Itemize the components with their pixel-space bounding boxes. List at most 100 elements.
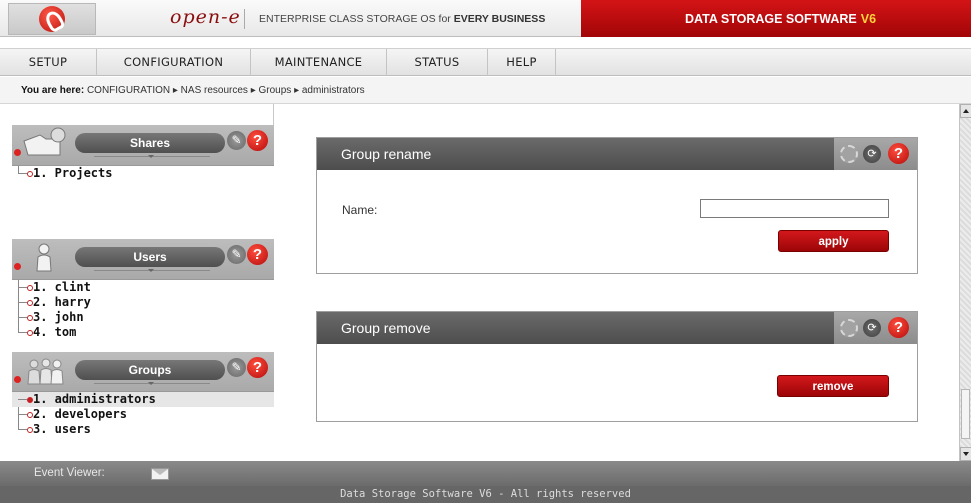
event-viewer-label: Event Viewer:	[34, 467, 105, 479]
group-label: 1. administrators	[33, 392, 156, 406]
chevron-down-icon	[148, 382, 154, 385]
node-icon	[27, 315, 33, 321]
panel-tools: ⟳ ?	[834, 312, 917, 344]
group-name-input[interactable]	[700, 199, 889, 218]
user-item-john[interactable]: 3. john	[12, 310, 274, 325]
group-icon	[27, 358, 64, 385]
group-label: 2. developers	[33, 407, 127, 421]
envelope-icon[interactable]	[151, 468, 169, 480]
product-name: DATA STORAGE SOFTWARE	[685, 11, 857, 26]
user-label: 3. john	[33, 310, 84, 324]
brand-name: open-e	[170, 6, 241, 28]
user-item-clint[interactable]: 1. clint	[12, 280, 274, 295]
group-rename-header: Group rename ⟳ ?	[317, 138, 917, 170]
event-viewer-bar: Event Viewer:	[0, 461, 971, 486]
tree-line	[18, 429, 27, 430]
chevron-down-icon	[148, 155, 154, 158]
group-rename-panel: Group rename ⟳ ? Name: apply	[316, 137, 918, 274]
menu-help[interactable]: HELP	[488, 49, 556, 76]
help-icon[interactable]: ?	[247, 357, 268, 378]
node-icon	[27, 285, 33, 291]
apply-button[interactable]: apply	[778, 230, 889, 252]
panel-tools: ⟳ ?	[834, 138, 917, 170]
group-remove-panel: Group remove ⟳ ? remove	[316, 311, 918, 422]
users-header: Users ✎ ?	[12, 239, 274, 279]
user-item-harry[interactable]: 2. harry	[12, 295, 274, 310]
wrench-icon[interactable]: ✎	[227, 245, 246, 264]
panel-title: Group remove	[341, 320, 431, 336]
menu-configuration[interactable]: CONFIGURATION	[97, 49, 251, 76]
share-item-projects[interactable]: 1. Projects	[12, 166, 274, 181]
refresh-icon[interactable]: ⟳	[863, 319, 881, 337]
sidebar: Shares ✎ ? 1. Projects Users ✎ ? 1. clin…	[12, 104, 274, 461]
user-label: 4. tom	[33, 325, 77, 339]
node-icon	[27, 171, 33, 177]
users-title[interactable]: Users	[75, 247, 225, 267]
product-banner: DATA STORAGE SOFTWARE V6	[581, 0, 971, 37]
tree-line	[18, 332, 27, 333]
shares-tree: 1. Projects	[12, 165, 274, 239]
scroll-thumb[interactable]	[961, 389, 970, 439]
shares-header: Shares ✎ ?	[12, 125, 274, 165]
node-icon	[27, 330, 33, 336]
logo[interactable]	[8, 3, 96, 35]
breadcrumb-label: You are here:	[21, 85, 85, 96]
help-icon[interactable]: ?	[247, 244, 268, 265]
groups-header: Groups ✎ ?	[12, 352, 274, 392]
tagline-prefix: ENTERPRISE CLASS STORAGE OS for	[259, 13, 454, 25]
menu-status[interactable]: STATUS	[387, 49, 488, 76]
shares-title[interactable]: Shares	[75, 133, 225, 153]
menu-setup[interactable]: SETUP	[0, 49, 97, 76]
user-label: 2. harry	[33, 295, 91, 309]
header-divider	[244, 9, 245, 29]
node-icon	[27, 300, 33, 306]
tree-line	[18, 414, 27, 415]
breadcrumb: You are here: CONFIGURATION ▸ NAS resour…	[0, 77, 971, 104]
user-item-tom[interactable]: 4. tom	[12, 325, 274, 340]
name-label: Name:	[342, 203, 378, 217]
refresh-icon[interactable]: ⟳	[863, 145, 881, 163]
scroll-up-arrow-icon[interactable]	[960, 104, 971, 118]
wrench-icon[interactable]: ✎	[227, 131, 246, 150]
group-item-administrators[interactable]: 1. administrators	[12, 392, 274, 407]
tree-line	[18, 399, 27, 400]
user-label: 1. clint	[33, 280, 91, 294]
scroll-down-arrow-icon[interactable]	[960, 447, 971, 461]
group-item-users[interactable]: 3. users	[12, 422, 274, 437]
menu-maintenance[interactable]: MAINTENANCE	[251, 49, 387, 76]
footer: Data Storage Software V6 - All rights re…	[0, 486, 971, 503]
help-icon[interactable]: ?	[888, 143, 909, 164]
users-tree: 1. clint 2. harry 3. john 4. tom	[12, 279, 274, 353]
help-icon[interactable]: ?	[247, 130, 268, 151]
breadcrumb-path: CONFIGURATION ▸ NAS resources ▸ Groups ▸…	[86, 85, 365, 96]
tree-line	[18, 302, 27, 303]
open-e-logo-icon	[39, 6, 65, 32]
tree-line	[18, 173, 27, 174]
groups-title[interactable]: Groups	[75, 360, 225, 380]
tree-line	[18, 317, 27, 318]
share-label: 1. Projects	[33, 166, 113, 180]
tagline: ENTERPRISE CLASS STORAGE OS for EVERY BU…	[259, 13, 545, 25]
vertical-scrollbar[interactable]	[959, 104, 971, 461]
node-icon	[27, 397, 33, 403]
gear-icon[interactable]	[840, 145, 858, 163]
user-icon	[36, 243, 52, 272]
panel-title: Group rename	[341, 146, 432, 162]
tree-line	[18, 287, 27, 288]
main-menu: SETUP CONFIGURATION MAINTENANCE STATUS H…	[0, 48, 971, 76]
node-icon	[27, 412, 33, 418]
node-icon	[27, 427, 33, 433]
remove-button[interactable]: remove	[777, 375, 889, 397]
group-remove-header: Group remove ⟳ ?	[317, 312, 917, 344]
group-item-developers[interactable]: 2. developers	[12, 407, 274, 422]
help-icon[interactable]: ?	[888, 317, 909, 338]
tagline-strong: EVERY BUSINESS	[453, 13, 546, 25]
group-label: 3. users	[33, 422, 91, 436]
wrench-icon[interactable]: ✎	[227, 358, 246, 377]
groups-tree: 1. administrators 2. developers 3. users	[12, 391, 274, 461]
folder-share-icon	[23, 127, 66, 156]
top-header: open-e ENTERPRISE CLASS STORAGE OS for E…	[0, 0, 971, 37]
chevron-down-icon	[148, 269, 154, 272]
product-version: V6	[860, 11, 877, 26]
gear-icon[interactable]	[840, 319, 858, 337]
